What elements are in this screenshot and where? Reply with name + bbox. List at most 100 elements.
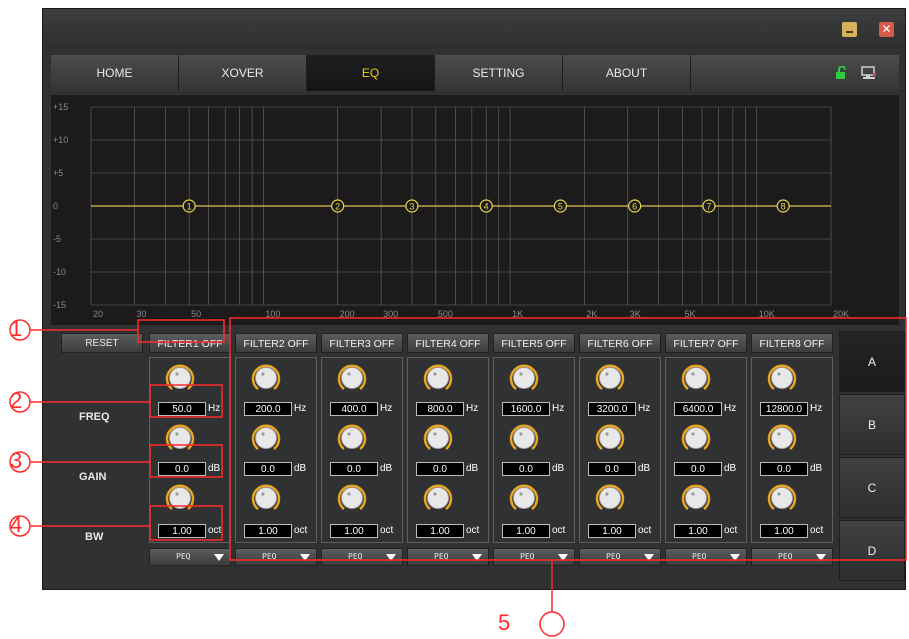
eq-response-graph[interactable]: +15 +10 +5 0 -5 -10 -15 20 30 50 100 200 300 500 1K 2K 3… [51, 95, 899, 325]
tab-setting[interactable]: SETTING [435, 55, 563, 91]
bw-value-field[interactable]: 1.00 [502, 524, 550, 538]
gain-value-field[interactable]: 0.0 [588, 462, 636, 476]
filter-marker-label: 3 [409, 202, 414, 212]
filter-type-dropdown[interactable]: PEQ [751, 548, 833, 566]
freq-knob[interactable] [336, 362, 368, 394]
tab-xover[interactable]: XOVER [179, 55, 307, 91]
filter-toggle-button[interactable]: FILTER5 OFF [493, 333, 575, 353]
bw-value-field[interactable]: 1.00 [416, 524, 464, 538]
gain-knob[interactable] [336, 422, 368, 454]
close-icon[interactable]: ✕ [879, 22, 894, 37]
bw-knob[interactable] [594, 482, 626, 514]
freq-knob[interactable] [508, 362, 540, 394]
gain-knob[interactable] [508, 422, 540, 454]
gain-unit-label: dB [294, 463, 307, 474]
dropdown-arrow-icon [816, 554, 826, 561]
reset-button[interactable]: RESET [61, 333, 143, 353]
y-tick-label: -10 [53, 267, 66, 277]
freq-knob[interactable] [594, 362, 626, 394]
gain-value-field[interactable]: 0.0 [760, 462, 808, 476]
gain-value-field[interactable]: 0.0 [158, 462, 206, 476]
freq-knob[interactable] [680, 362, 712, 394]
gain-knob[interactable] [766, 422, 798, 454]
bw-value-field[interactable]: 1.00 [588, 524, 636, 538]
preset-c-button[interactable]: C [839, 457, 905, 518]
preset-b-button[interactable]: B [839, 394, 905, 455]
freq-value-field[interactable]: 3200.0 [588, 402, 636, 416]
nav-status-area [691, 55, 899, 91]
bw-value-field[interactable]: 1.00 [244, 524, 292, 538]
filter-marker-label: 6 [632, 202, 637, 212]
bw-unit-label: oct [380, 525, 394, 536]
network-icon[interactable] [861, 66, 877, 80]
x-tick-label: 1K [512, 309, 523, 319]
gain-unit-label: dB [466, 463, 479, 474]
freq-knob[interactable] [164, 362, 196, 394]
bw-knob[interactable] [164, 482, 196, 514]
bw-value-field[interactable]: 1.00 [674, 524, 722, 538]
y-tick-label: -15 [53, 300, 66, 310]
freq-value-field[interactable]: 400.0 [330, 402, 378, 416]
gain-knob[interactable] [164, 422, 196, 454]
x-tick-label: 20 [93, 309, 103, 319]
bw-knob[interactable] [422, 482, 454, 514]
filter-toggle-button[interactable]: FILTER4 OFF [407, 333, 489, 353]
y-tick-label: -5 [53, 234, 61, 244]
gain-value-field[interactable]: 0.0 [244, 462, 292, 476]
gain-value-field[interactable]: 0.0 [502, 462, 550, 476]
gain-value-field[interactable]: 0.0 [416, 462, 464, 476]
filter-toggle-button[interactable]: FILTER1 OFF [149, 333, 231, 353]
annotation-1: 1 [10, 316, 23, 341]
freq-value-field[interactable]: 6400.0 [674, 402, 722, 416]
gain-knob[interactable] [250, 422, 282, 454]
bw-knob[interactable] [508, 482, 540, 514]
freq-knob[interactable] [422, 362, 454, 394]
dropdown-arrow-icon [644, 554, 654, 561]
freq-value-field[interactable]: 1600.0 [502, 402, 550, 416]
filter-column: 3200.0 Hz 0.0 dB 1.00 oct [579, 357, 661, 543]
bw-value-field[interactable]: 1.00 [760, 524, 808, 538]
bw-knob[interactable] [250, 482, 282, 514]
bw-knob[interactable] [766, 482, 798, 514]
freq-knob[interactable] [250, 362, 282, 394]
filter-type-dropdown[interactable]: PEQ [149, 548, 231, 566]
tab-eq[interactable]: EQ [307, 55, 435, 91]
filter-toggle-button[interactable]: FILTER7 OFF [665, 333, 747, 353]
filter-toggle-button[interactable]: FILTER6 OFF [579, 333, 661, 353]
filter-type-dropdown[interactable]: PEQ [665, 548, 747, 566]
unlock-icon[interactable] [835, 66, 849, 79]
tab-about[interactable]: ABOUT [563, 55, 691, 91]
preset-a-button[interactable]: A [839, 331, 905, 392]
bw-knob[interactable] [336, 482, 368, 514]
gain-value-field[interactable]: 0.0 [674, 462, 722, 476]
gain-knob[interactable] [422, 422, 454, 454]
y-tick-label: 0 [53, 201, 58, 211]
filter-type-dropdown[interactable]: PEQ [407, 548, 489, 566]
filter-type-dropdown[interactable]: PEQ [235, 548, 317, 566]
gain-unit-label: dB [810, 463, 823, 474]
gain-knob[interactable] [680, 422, 712, 454]
gain-value-field[interactable]: 0.0 [330, 462, 378, 476]
tab-home[interactable]: HOME [51, 55, 179, 91]
filter-type-dropdown[interactable]: PEQ [321, 548, 403, 566]
filter-marker-label: 5 [558, 202, 563, 212]
freq-value-field[interactable]: 800.0 [416, 402, 464, 416]
gain-unit-label: dB [724, 463, 737, 474]
filter-type-dropdown[interactable]: PEQ [493, 548, 575, 566]
freq-value-field[interactable]: 200.0 [244, 402, 292, 416]
gain-knob[interactable] [594, 422, 626, 454]
bw-knob[interactable] [680, 482, 712, 514]
bw-value-field[interactable]: 1.00 [330, 524, 378, 538]
freq-value-field[interactable]: 12800.0 [760, 402, 808, 416]
filter-toggle-button[interactable]: FILTER3 OFF [321, 333, 403, 353]
y-tick-label: +10 [53, 135, 68, 145]
preset-d-button[interactable]: D [839, 520, 905, 581]
filter-toggle-button[interactable]: FILTER2 OFF [235, 333, 317, 353]
minimize-icon[interactable] [842, 22, 857, 37]
filter-toggle-button[interactable]: FILTER8 OFF [751, 333, 833, 353]
freq-knob[interactable] [766, 362, 798, 394]
freq-value-field[interactable]: 50.0 [158, 402, 206, 416]
x-tick-label: 50 [191, 309, 201, 319]
filter-type-dropdown[interactable]: PEQ [579, 548, 661, 566]
bw-value-field[interactable]: 1.00 [158, 524, 206, 538]
